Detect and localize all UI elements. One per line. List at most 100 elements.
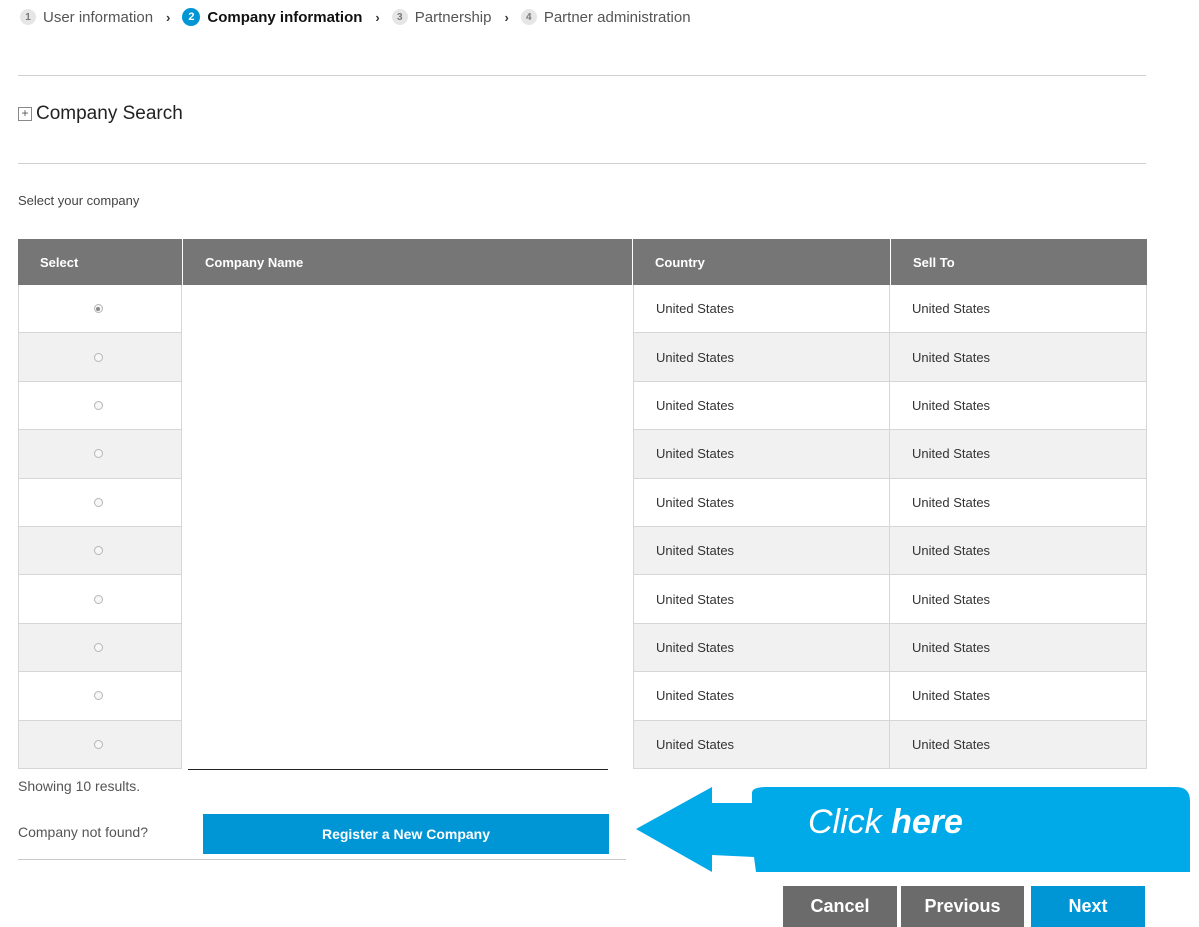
divider: [188, 769, 608, 770]
select-cell: [18, 333, 182, 382]
step-company-information[interactable]: 2 Company information: [182, 8, 362, 26]
select-radio[interactable]: [93, 449, 103, 459]
select-cell: [18, 623, 182, 673]
select-cell: [18, 430, 182, 479]
country-cell: United States: [633, 333, 890, 382]
sell-to-cell: United States: [890, 672, 1147, 721]
select-radio[interactable]: [93, 594, 103, 604]
country-cell: United States: [633, 720, 890, 769]
progress-stepper: 1 User information › 2 Company informati…: [20, 6, 691, 28]
company-name-cell: [182, 381, 633, 431]
table-header: Select Company Name Country Sell To: [18, 239, 1147, 285]
select-radio[interactable]: [93, 691, 103, 701]
select-radio[interactable]: [93, 642, 103, 652]
company-name-cell: [182, 285, 633, 334]
step-label: Partnership: [414, 8, 492, 26]
table-row[interactable]: United States United States: [18, 333, 1147, 382]
table-row[interactable]: United States United States: [18, 672, 1147, 721]
chevron-right-icon: ›: [504, 9, 509, 25]
country-cell: United States: [633, 381, 890, 431]
section-title[interactable]: Company Search: [36, 103, 183, 125]
company-name-cell: [182, 430, 633, 479]
header-sell-to: Sell To: [890, 239, 1147, 285]
country-cell: United States: [633, 430, 890, 479]
select-radio[interactable]: [93, 546, 103, 556]
register-new-company-button[interactable]: Register a New Company: [203, 814, 609, 854]
company-name-cell: [182, 672, 633, 721]
cancel-button[interactable]: Cancel: [783, 886, 897, 927]
select-company-label: Select your company: [18, 193, 140, 208]
country-cell: United States: [633, 672, 890, 721]
select-cell: [18, 575, 182, 624]
step-label: User information: [43, 8, 154, 26]
select-radio[interactable]: [93, 304, 103, 314]
select-radio[interactable]: [93, 352, 103, 362]
company-name-cell: [182, 478, 633, 527]
table-row[interactable]: United States United States: [18, 285, 1147, 334]
previous-button[interactable]: Previous: [901, 886, 1024, 927]
divider: [18, 163, 1146, 164]
divider: [18, 75, 1146, 76]
step-number: 1: [20, 9, 36, 25]
table-row[interactable]: United States United States: [18, 575, 1147, 624]
chevron-right-icon: ›: [166, 9, 171, 25]
step-number: 4: [520, 9, 537, 25]
expand-plus-icon[interactable]: +: [18, 107, 32, 121]
table-body: United States United States United States U…: [18, 285, 1147, 769]
company-not-found-label: Company not found?: [18, 824, 148, 840]
table-row[interactable]: United States United States: [18, 623, 1147, 673]
sell-to-cell: United States: [890, 623, 1147, 673]
sell-to-cell: United States: [890, 526, 1147, 576]
results-count: Showing 10 results.: [18, 778, 141, 794]
header-company-name: Company Name: [182, 239, 633, 285]
divider: [18, 859, 626, 860]
header-country: Country: [655, 254, 705, 270]
select-radio[interactable]: [93, 497, 103, 507]
table-row[interactable]: United States United States: [18, 430, 1147, 479]
company-name-cell: [182, 526, 633, 576]
country-cell: United States: [633, 575, 890, 624]
company-table: Select Company Name Country Sell To Unit…: [18, 239, 1147, 769]
country-cell: United States: [633, 526, 890, 576]
step-partnership[interactable]: 3 Partnership: [391, 8, 492, 26]
sell-to-cell: United States: [890, 381, 1147, 431]
select-cell: [18, 720, 182, 769]
step-label: Partner administration: [543, 8, 691, 26]
country-cell: United States: [633, 623, 890, 673]
step-user-information[interactable]: 1 User information: [20, 9, 153, 26]
select-radio[interactable]: [93, 739, 103, 749]
company-name-cell: [182, 575, 633, 624]
table-row[interactable]: United States United States: [18, 478, 1147, 527]
select-cell: [18, 381, 182, 431]
next-button[interactable]: Next: [1031, 886, 1145, 927]
select-cell: [18, 526, 182, 576]
callout-emphasis: here: [891, 803, 963, 841]
company-search-toggle[interactable]: + Company Search: [18, 103, 183, 125]
callout-text: Click here: [808, 803, 963, 842]
select-cell: [18, 285, 182, 334]
select-cell: [18, 478, 182, 527]
step-number: 3: [391, 9, 408, 25]
sell-to-cell: United States: [890, 285, 1147, 334]
step-label: Company information: [207, 8, 363, 26]
select-cell: [18, 672, 182, 721]
table-row[interactable]: United States United States: [18, 720, 1147, 769]
select-radio[interactable]: [93, 400, 103, 410]
table-row[interactable]: United States United States: [18, 381, 1147, 431]
sell-to-cell: United States: [890, 430, 1147, 479]
step-number: 2: [182, 8, 201, 26]
step-partner-administration[interactable]: 4 Partner administration: [520, 8, 691, 26]
callout-prefix: Click: [808, 803, 892, 841]
country-cell: United States: [633, 478, 890, 527]
company-name-cell: [182, 333, 633, 382]
sell-to-cell: United States: [890, 333, 1147, 382]
sell-to-cell: United States: [890, 720, 1147, 769]
country-cell: United States: [633, 285, 890, 334]
chevron-right-icon: ›: [375, 9, 380, 25]
sell-to-cell: United States: [890, 575, 1147, 624]
sell-to-cell: United States: [890, 478, 1147, 527]
table-row[interactable]: United States United States: [18, 526, 1147, 576]
company-name-cell: [182, 720, 633, 769]
header-select: Select: [40, 254, 79, 270]
company-name-cell: [182, 623, 633, 673]
